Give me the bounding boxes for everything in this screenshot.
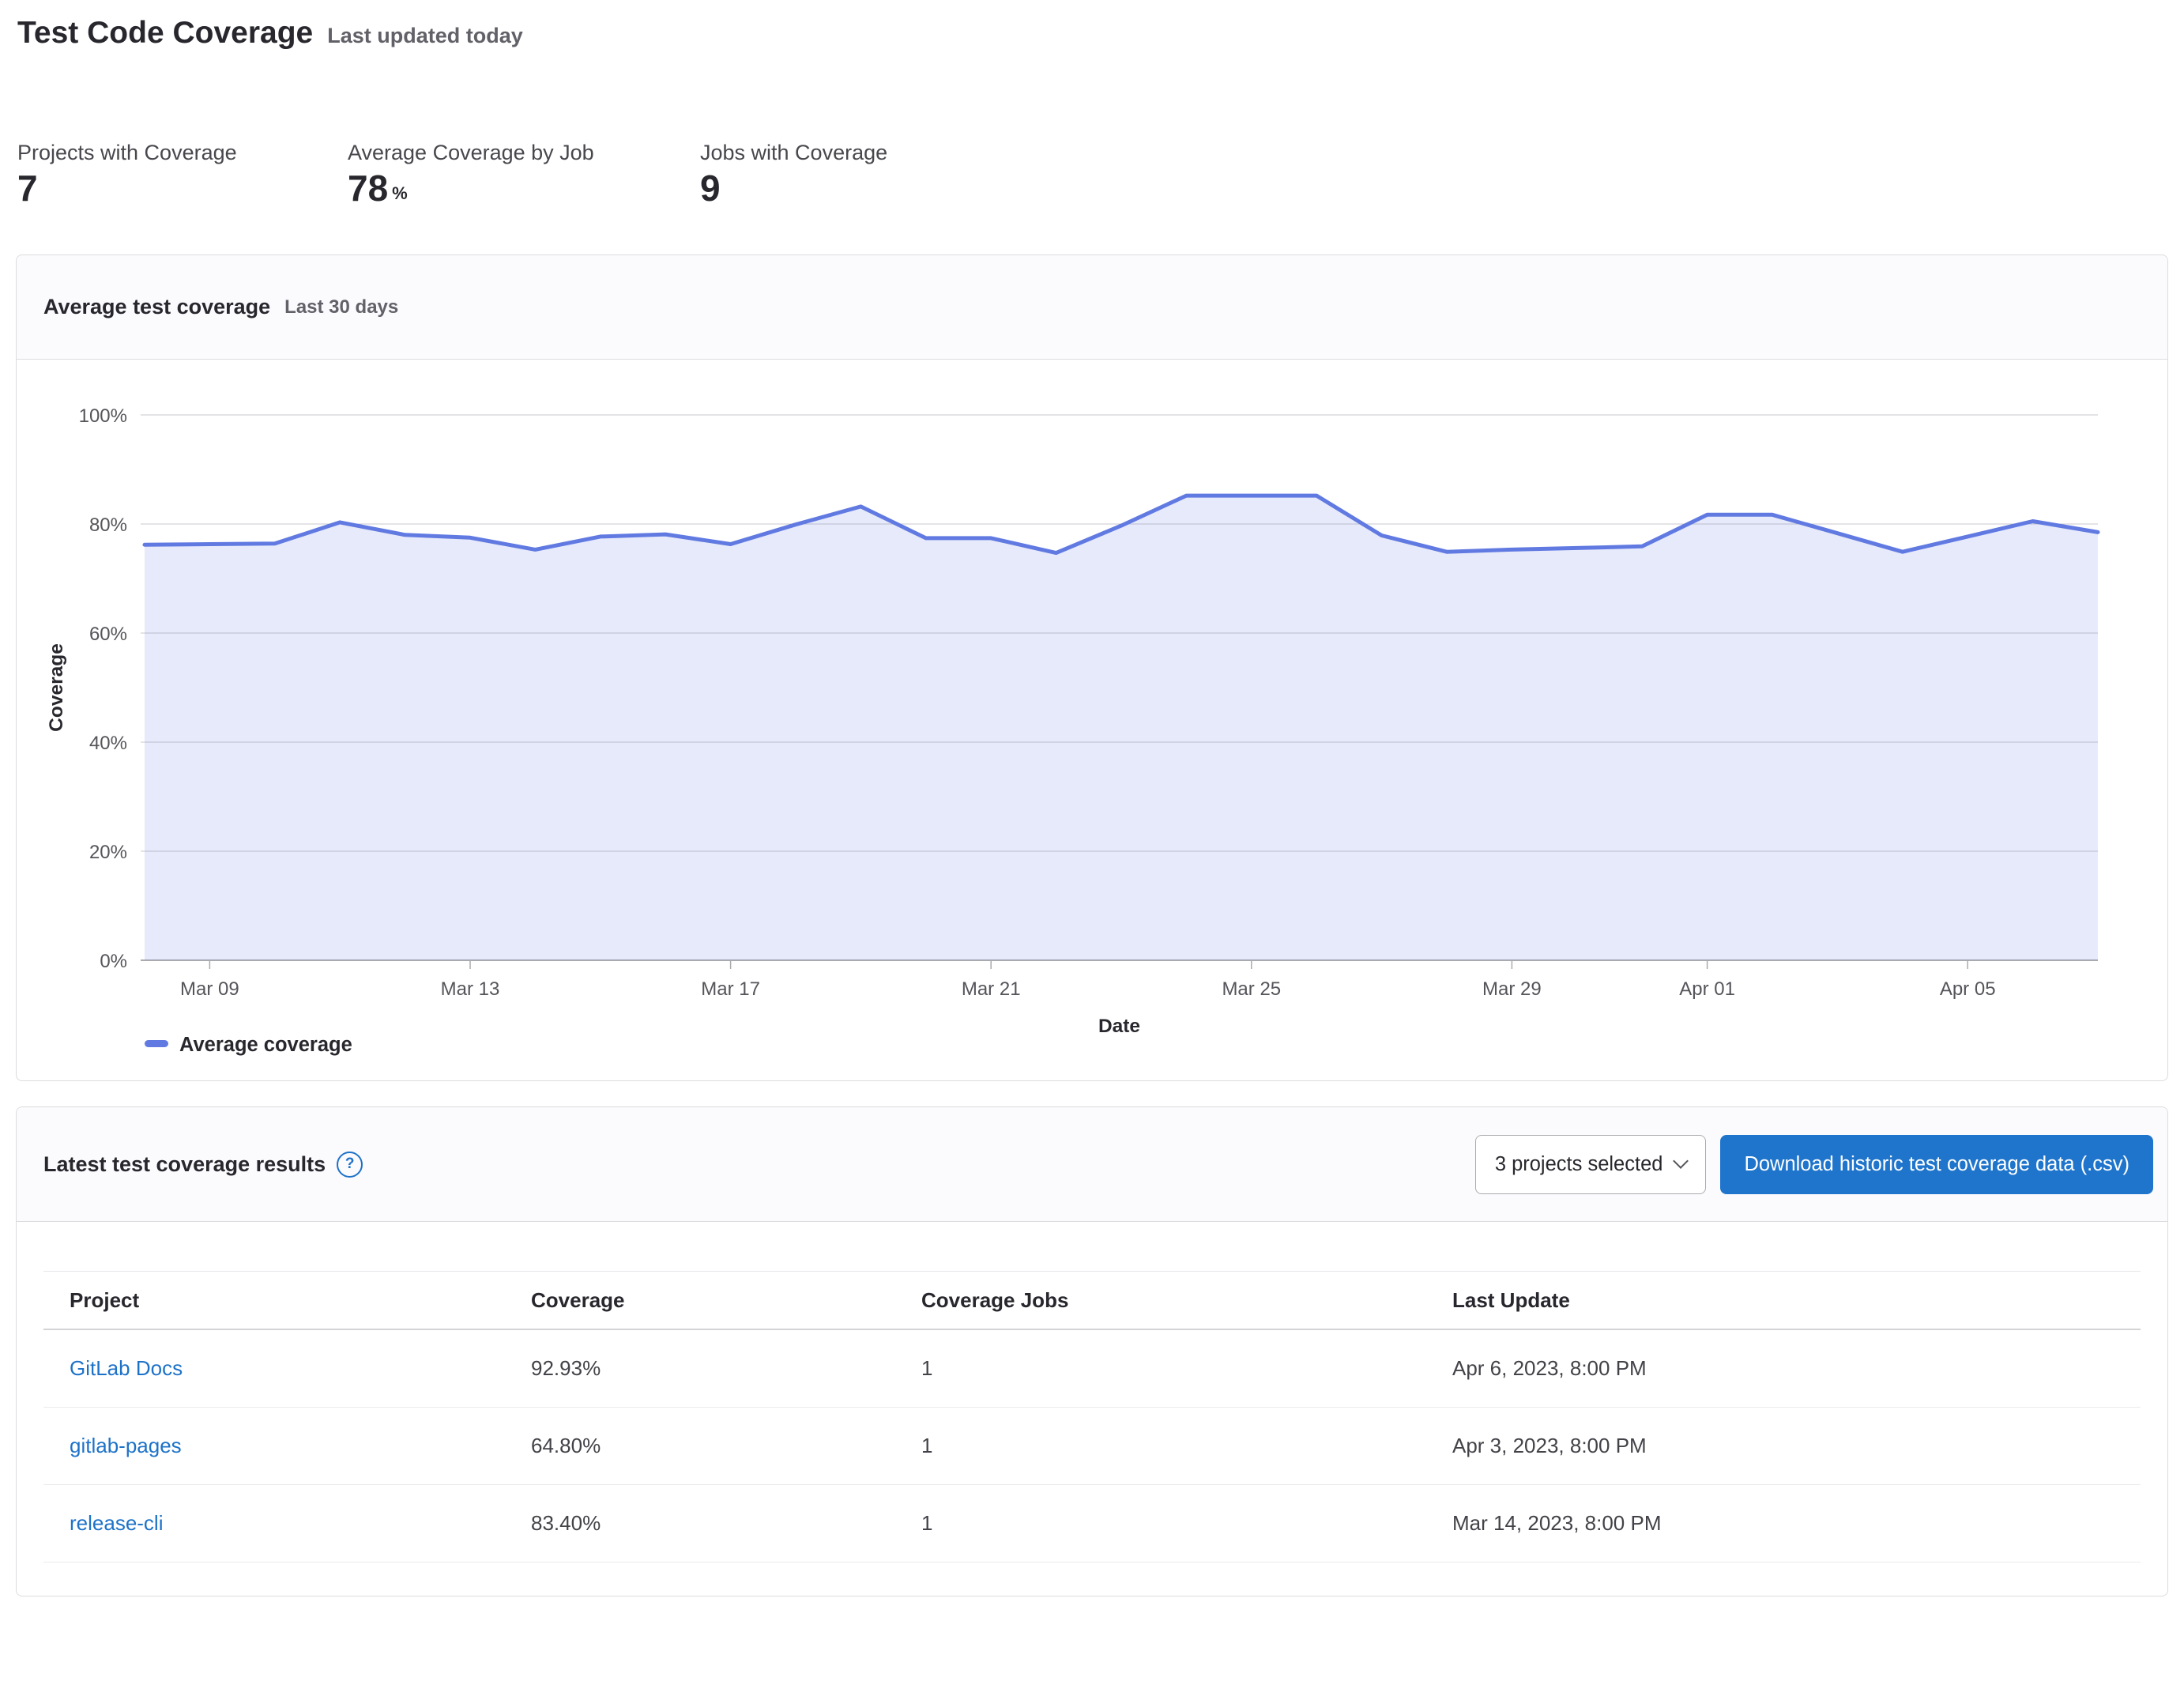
metric-average-coverage-by-job: Average Coverage by Job 78 % <box>348 141 700 206</box>
metrics-row: Projects with Coverage 7 Average Coverag… <box>17 141 887 206</box>
y-tick-label: 20% <box>89 842 127 863</box>
x-tick-label: Mar 17 <box>701 978 760 1000</box>
coverage-value: 92.93% <box>505 1329 895 1408</box>
coverage-value: 64.80% <box>505 1408 895 1485</box>
projects-selected-dropdown[interactable]: 3 projects selected <box>1475 1135 1707 1194</box>
metric-value: 78 <box>348 170 388 206</box>
test-code-coverage-page: Test Code Coverage Last updated today Pr… <box>0 0 2184 1685</box>
chart-body: 0% 20% 40% 60% 80% 100% Mar 09 Mar 13 Mar 17 Mar … <box>17 360 2167 1080</box>
chart-card-title: Average test coverage <box>43 295 270 319</box>
table-card-header: Latest test coverage results ? 3 project… <box>17 1107 2167 1222</box>
y-tick-label: 80% <box>89 515 127 536</box>
legend-swatch <box>145 1040 168 1047</box>
page-header: Test Code Coverage Last updated today <box>17 16 523 51</box>
x-tick-label: Mar 21 <box>962 978 1021 1000</box>
metric-unit: % <box>392 183 408 204</box>
metric-jobs-with-coverage: Jobs with Coverage 9 <box>700 141 887 206</box>
metric-value: 7 <box>17 170 38 206</box>
coverage-results-table: Project Coverage Coverage Jobs Last Upda… <box>43 1271 2141 1562</box>
coverage-jobs-value: 1 <box>895 1485 1426 1562</box>
table-row: GitLab Docs 92.93% 1 Apr 6, 2023, 8:00 P… <box>43 1329 2141 1408</box>
x-tick-label: Mar 29 <box>1482 978 1542 1000</box>
table-card-title: Latest test coverage results <box>43 1152 326 1177</box>
legend-label: Average coverage <box>179 1034 352 1056</box>
average-coverage-area-chart: 0% 20% 40% 60% 80% 100% Mar 09 Mar 13 Mar 17 Mar … <box>17 360 2167 1080</box>
column-header-coverage: Coverage <box>505 1272 895 1330</box>
y-tick-label: 0% <box>100 951 127 972</box>
metric-value: 9 <box>700 170 721 206</box>
metric-label: Projects with Coverage <box>17 141 348 165</box>
table-row: release-cli 83.40% 1 Mar 14, 2023, 8:00 … <box>43 1485 2141 1562</box>
y-axis-title: Coverage <box>46 643 67 732</box>
column-header-coverage-jobs: Coverage Jobs <box>895 1272 1426 1330</box>
project-link[interactable]: GitLab Docs <box>70 1356 183 1380</box>
page-title: Test Code Coverage <box>17 16 313 51</box>
download-csv-button[interactable]: Download historic test coverage data (.c… <box>1720 1135 2153 1194</box>
column-header-last-update: Last Update <box>1426 1272 2141 1330</box>
project-link[interactable]: gitlab-pages <box>70 1434 182 1457</box>
chevron-down-icon <box>1674 1153 1689 1169</box>
column-header-project: Project <box>43 1272 505 1330</box>
project-link[interactable]: release-cli <box>70 1511 164 1535</box>
chart-area-fill <box>145 496 2098 960</box>
x-tick-label: Mar 25 <box>1222 978 1281 1000</box>
table-row: gitlab-pages 64.80% 1 Apr 3, 2023, 8:00 … <box>43 1408 2141 1485</box>
y-tick-label: 100% <box>79 405 127 427</box>
metric-projects-with-coverage: Projects with Coverage 7 <box>17 141 348 206</box>
metric-label: Average Coverage by Job <box>348 141 700 165</box>
last-update-value: Apr 3, 2023, 8:00 PM <box>1426 1408 2141 1485</box>
last-updated-text: Last updated today <box>327 24 523 48</box>
last-update-value: Apr 6, 2023, 8:00 PM <box>1426 1329 2141 1408</box>
coverage-jobs-value: 1 <box>895 1329 1426 1408</box>
last-update-value: Mar 14, 2023, 8:00 PM <box>1426 1485 2141 1562</box>
chart-card-header: Average test coverage Last 30 days <box>17 255 2167 360</box>
average-test-coverage-card: Average test coverage Last 30 days 0% 20%… <box>16 254 2168 1081</box>
x-tick-label: Mar 13 <box>441 978 500 1000</box>
table-header-row: Project Coverage Coverage Jobs Last Upda… <box>43 1272 2141 1330</box>
coverage-value: 83.40% <box>505 1485 895 1562</box>
y-tick-label: 60% <box>89 624 127 645</box>
help-question-icon[interactable]: ? <box>337 1152 363 1178</box>
x-tick-label: Apr 01 <box>1679 978 1735 1000</box>
y-tick-label: 40% <box>89 733 127 754</box>
x-axis-title: Date <box>1098 1016 1140 1037</box>
x-tick-label: Apr 05 <box>1940 978 1996 1000</box>
metric-label: Jobs with Coverage <box>700 141 887 165</box>
coverage-jobs-value: 1 <box>895 1408 1426 1485</box>
x-tick-label: Mar 09 <box>180 978 239 1000</box>
projects-dropdown-label: 3 projects selected <box>1495 1153 1663 1176</box>
chart-card-subtitle: Last 30 days <box>284 296 398 319</box>
latest-test-coverage-results-card: Latest test coverage results ? 3 project… <box>16 1106 2168 1596</box>
